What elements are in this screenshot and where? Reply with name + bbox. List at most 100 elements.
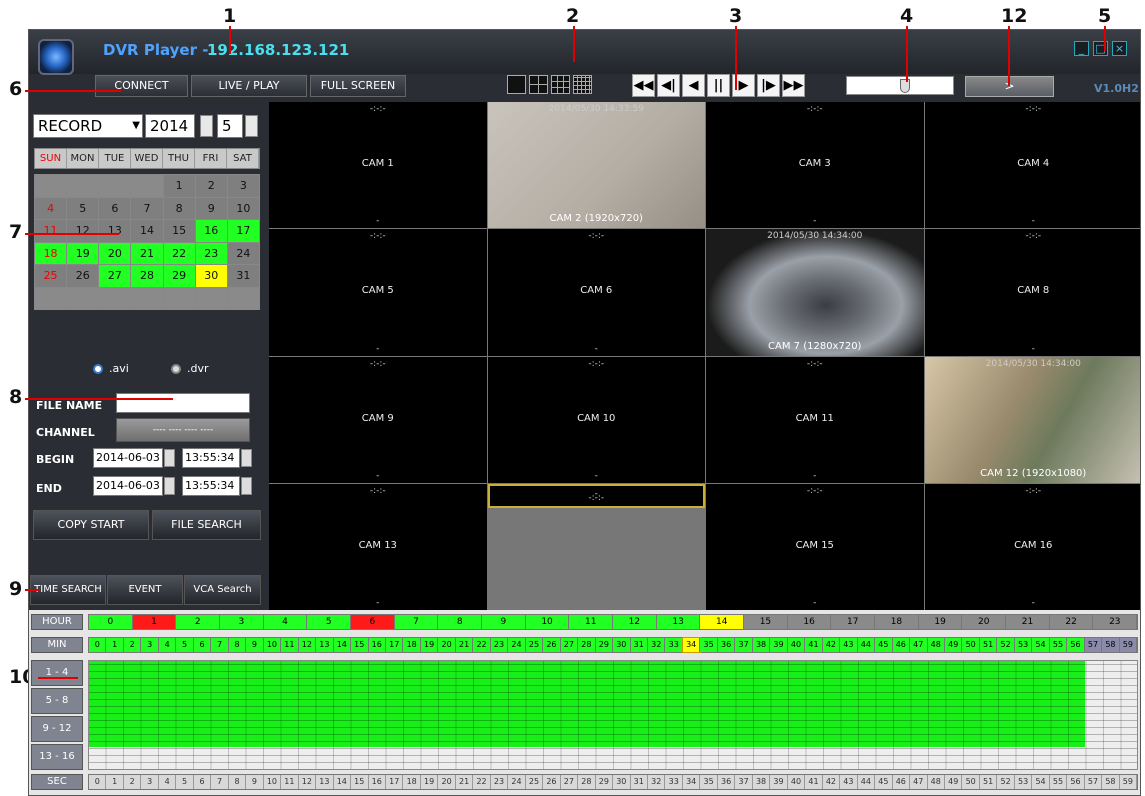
calendar-day[interactable]: 21 — [131, 242, 163, 264]
time-search-button[interactable]: TIME SEARCH — [30, 575, 106, 605]
minute-cell[interactable]: 16 — [368, 638, 386, 652]
hour-cell[interactable]: 5 — [307, 615, 352, 629]
camera-tile-2[interactable]: 2014/05/30 14:33:59 CAM 2 (1920x720) — [487, 102, 705, 229]
hour-cell[interactable]: 8 — [438, 615, 483, 629]
calendar-day[interactable]: 30 — [195, 265, 227, 287]
calendar-day[interactable]: 27 — [99, 265, 131, 287]
minute-cell[interactable]: 46 — [892, 638, 911, 652]
copy-start-button[interactable]: COPY START — [33, 510, 149, 540]
minute-cell[interactable]: 29 — [595, 638, 614, 652]
hour-cell[interactable]: 0 — [89, 615, 133, 629]
mode-select[interactable]: RECORD ▼ — [33, 114, 143, 138]
minute-cell[interactable]: 10 — [263, 638, 282, 652]
minute-cell[interactable]: 51 — [979, 638, 998, 652]
minute-cell[interactable]: 38 — [752, 638, 771, 652]
hour-cell[interactable]: 14 — [700, 615, 745, 629]
end-time-input[interactable]: 13:55:34 — [182, 476, 240, 496]
minute-cell[interactable]: 15 — [351, 638, 369, 652]
calendar-day[interactable]: 2 — [195, 175, 227, 197]
calendar-day[interactable]: 17 — [227, 220, 259, 242]
calendar-day[interactable]: 11 — [35, 220, 67, 242]
minute-cell[interactable]: 19 — [420, 638, 439, 652]
second-cell[interactable]: 36 — [718, 775, 736, 789]
camera-tile-1[interactable]: -:-:- CAM 1 - — [269, 102, 487, 229]
minute-cell[interactable]: 14 — [333, 638, 352, 652]
minimize-button[interactable]: _ — [1074, 41, 1089, 56]
file-name-input[interactable] — [116, 393, 250, 413]
calendar-day[interactable]: 14 — [131, 220, 163, 242]
minute-cell[interactable]: 18 — [403, 638, 421, 652]
calendar-day[interactable]: 15 — [163, 220, 195, 242]
hour-cell[interactable]: 10 — [525, 615, 570, 629]
calendar-day[interactable]: 22 — [163, 242, 195, 264]
second-cell[interactable]: 6 — [194, 775, 212, 789]
calendar-day[interactable]: 29 — [163, 265, 195, 287]
minute-cell[interactable]: 53 — [1014, 638, 1033, 652]
vca-search-button[interactable]: VCA Search — [184, 575, 261, 605]
close-button[interactable]: × — [1112, 41, 1127, 56]
minute-cell[interactable]: 59 — [1119, 638, 1138, 652]
avi-radio[interactable] — [93, 364, 103, 374]
minute-cell[interactable]: 23 — [490, 638, 509, 652]
year-field[interactable]: 2014 — [145, 114, 195, 138]
minute-cell[interactable]: 12 — [298, 638, 317, 652]
minute-cell[interactable]: 8 — [228, 638, 247, 652]
second-cell[interactable]: 2 — [124, 775, 142, 789]
minute-cell[interactable]: 40 — [787, 638, 806, 652]
dvr-radio[interactable] — [171, 364, 181, 374]
minute-cell[interactable]: 11 — [281, 638, 299, 652]
camera-tile-13[interactable]: -:-:- CAM 13 - — [269, 483, 487, 610]
second-cell[interactable]: 27 — [561, 775, 579, 789]
minute-cell[interactable]: 36 — [717, 638, 736, 652]
month-field[interactable]: 5 — [217, 114, 243, 138]
second-cell[interactable]: 17 — [386, 775, 404, 789]
hour-cell[interactable]: 20 — [962, 615, 1007, 629]
second-cell[interactable]: 40 — [788, 775, 806, 789]
second-cell[interactable]: 9 — [246, 775, 264, 789]
minute-cell[interactable]: 30 — [613, 638, 631, 652]
minute-cell[interactable]: 33 — [665, 638, 683, 652]
second-cell[interactable]: 32 — [648, 775, 666, 789]
minute-cell[interactable]: 55 — [1049, 638, 1068, 652]
second-cell[interactable]: 45 — [875, 775, 893, 789]
second-cell[interactable]: 30 — [613, 775, 631, 789]
second-cell[interactable]: 12 — [299, 775, 317, 789]
minute-cell[interactable]: 6 — [193, 638, 212, 652]
hour-cell[interactable]: 21 — [1006, 615, 1050, 629]
full-screen-button[interactable]: FULL SCREEN — [310, 75, 406, 97]
hour-cell[interactable]: 22 — [1049, 615, 1094, 629]
layout-4-icon[interactable] — [529, 75, 548, 94]
file-search-button[interactable]: FILE SEARCH — [152, 510, 261, 540]
minute-cell[interactable]: 31 — [630, 638, 648, 652]
second-cell[interactable]: 54 — [1032, 775, 1050, 789]
camera-tile-4[interactable]: -:-:- CAM 4 - — [924, 102, 1140, 229]
slider-thumb[interactable] — [899, 79, 910, 93]
begin-time-input[interactable]: 13:55:34 — [182, 448, 240, 468]
camera-tile-14[interactable]: -:-:-CAM 14- — [487, 483, 705, 508]
minute-cell[interactable]: 24 — [508, 638, 526, 652]
pause-button[interactable]: || — [707, 74, 730, 97]
minute-cell[interactable]: 35 — [700, 638, 718, 652]
calendar-day[interactable]: 25 — [35, 265, 67, 287]
camera-tile-8[interactable]: -:-:- CAM 8 - — [924, 229, 1140, 356]
second-cell[interactable]: 29 — [596, 775, 614, 789]
second-cell[interactable]: 23 — [491, 775, 509, 789]
second-cell[interactable]: 50 — [962, 775, 980, 789]
minute-cell[interactable]: 9 — [246, 638, 264, 652]
reverse-play-button[interactable]: ◀ — [682, 74, 705, 97]
second-bar[interactable]: 0 1 2 3 4 5 6 7 8 9 10 11 12 13 14 15 16 17 18 19 20 21 22 23 24… — [88, 774, 1138, 790]
hour-bar[interactable]: 0 1 2 3 4 5 6 7 8 9 10 11 12 13 14 15 16 17 18 19 20 21 22 23 — [88, 614, 1138, 630]
second-cell[interactable]: 25 — [526, 775, 544, 789]
live-play-button[interactable]: LIVE / PLAY — [191, 75, 307, 97]
second-cell[interactable]: 18 — [403, 775, 421, 789]
second-cell[interactable]: 31 — [631, 775, 648, 789]
calendar-day[interactable]: 19 — [67, 242, 99, 264]
second-cell[interactable]: 33 — [665, 775, 683, 789]
calendar-day[interactable]: 13 — [99, 220, 131, 242]
hour-cell[interactable]: 4 — [263, 615, 308, 629]
minute-cell[interactable]: 32 — [648, 638, 666, 652]
second-cell[interactable]: 4 — [159, 775, 177, 789]
hour-cell[interactable]: 1 — [132, 615, 177, 629]
minute-cell[interactable]: 3 — [141, 638, 159, 652]
hour-cell[interactable]: 19 — [918, 615, 963, 629]
